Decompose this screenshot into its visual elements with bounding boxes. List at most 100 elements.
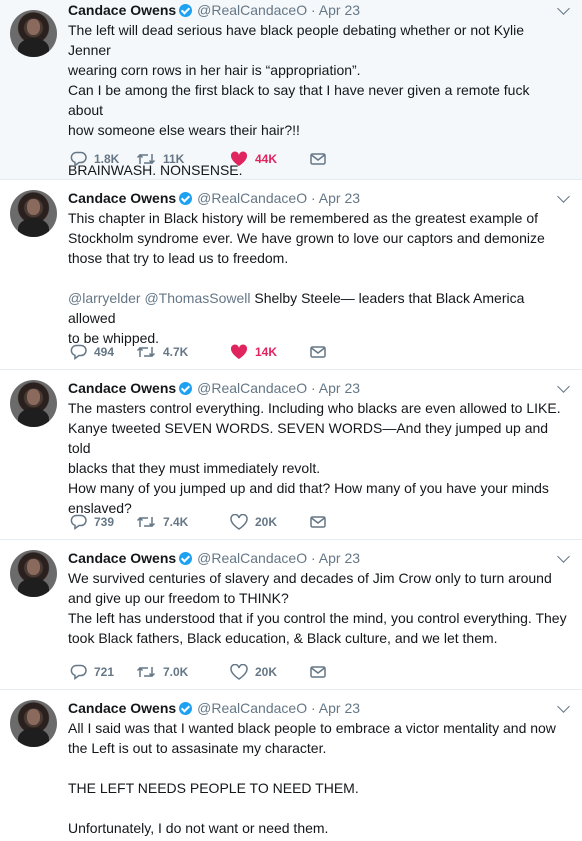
tweet-actions: 739 7.4K 20K xyxy=(70,512,360,532)
like-button[interactable]: 20K xyxy=(230,512,277,532)
tweet-line: the Left is out to assasinate my charact… xyxy=(68,740,327,756)
reply-button[interactable]: 1.8K xyxy=(70,149,119,169)
like-button[interactable]: 44K xyxy=(230,149,277,169)
tweet-line: The left has understood that if you cont… xyxy=(68,610,567,626)
like-icon xyxy=(230,664,248,680)
like-button[interactable]: 20K xyxy=(230,662,277,682)
retweet-button[interactable]: 7.4K xyxy=(136,512,188,532)
retweet-button[interactable]: 4.7K xyxy=(136,342,188,362)
message-icon xyxy=(310,153,326,165)
reply-count: 739 xyxy=(94,515,115,529)
message-button[interactable] xyxy=(310,512,326,532)
tweet-line: how someone else wears their hair?!! xyxy=(68,122,300,138)
tweet-line: took Black fathers, Black education, & B… xyxy=(68,630,498,646)
tweet-line: and give up our freedom to THINK? xyxy=(68,590,289,606)
caret-icon[interactable] xyxy=(557,2,570,15)
timestamp[interactable]: Apr 23 xyxy=(319,380,360,396)
tweet[interactable]: Candace Owens @RealCandaceO · Apr 23 All … xyxy=(0,690,582,841)
message-button[interactable] xyxy=(310,342,326,362)
retweet-count: 7.0K xyxy=(163,665,189,679)
tweet[interactable]: Candace Owens @RealCandaceO · Apr 23 This… xyxy=(0,180,582,370)
tweet-line: How many of you jumped up and did that? … xyxy=(68,480,549,496)
like-icon xyxy=(230,514,248,530)
reply-icon xyxy=(70,344,87,360)
caret-icon[interactable] xyxy=(557,190,570,203)
tweet-header: Candace Owens @RealCandaceO · Apr 23 xyxy=(68,548,360,568)
tweet-line xyxy=(68,268,568,288)
handle[interactable]: @RealCandaceO xyxy=(197,550,307,566)
avatar[interactable] xyxy=(10,190,57,237)
separator: · xyxy=(310,550,316,566)
tweet-header: Candace Owens @RealCandaceO · Apr 23 xyxy=(68,378,360,398)
retweet-count: 7.4K xyxy=(163,515,189,529)
display-name[interactable]: Candace Owens xyxy=(68,2,176,18)
tweet-line: The left will dead serious have black pe… xyxy=(68,22,525,58)
timestamp[interactable]: Apr 23 xyxy=(319,700,360,716)
display-name[interactable]: Candace Owens xyxy=(68,380,176,396)
caret-icon[interactable] xyxy=(557,550,570,563)
separator: · xyxy=(310,2,316,18)
timestamp[interactable]: Apr 23 xyxy=(319,190,360,206)
handle[interactable]: @RealCandaceO xyxy=(197,380,307,396)
tweet-header: Candace Owens @RealCandaceO · Apr 23 xyxy=(68,0,360,20)
display-name[interactable]: Candace Owens xyxy=(68,550,176,566)
handle[interactable]: @RealCandaceO xyxy=(197,2,307,18)
tweet-line: Can I be among the first black to say th… xyxy=(68,82,530,118)
display-name[interactable]: Candace Owens xyxy=(68,700,176,716)
mention-link[interactable]: @larryelder @ThomasSowell xyxy=(68,290,250,306)
verified-icon xyxy=(179,702,193,715)
like-icon xyxy=(230,344,248,359)
verified-icon xyxy=(179,192,193,205)
retweet-count: 4.7K xyxy=(163,345,189,359)
like-count: 14K xyxy=(255,345,278,359)
tweet[interactable]: Candace Owens @RealCandaceO · Apr 23 The … xyxy=(0,370,582,540)
tweet-text: This chapter in Black history will be re… xyxy=(68,208,568,348)
reply-count: 721 xyxy=(94,665,115,679)
timestamp[interactable]: Apr 23 xyxy=(319,550,360,566)
reply-button[interactable]: 721 xyxy=(70,662,114,682)
caret-icon[interactable] xyxy=(557,700,570,713)
reply-button[interactable]: 739 xyxy=(70,512,114,532)
like-button[interactable]: 14K xyxy=(230,342,277,362)
tweet-text: All I said was that I wanted black peopl… xyxy=(68,718,568,838)
handle[interactable]: @RealCandaceO xyxy=(197,190,307,206)
reply-icon xyxy=(70,151,87,167)
avatar[interactable] xyxy=(10,550,57,597)
retweet-icon xyxy=(136,516,156,528)
retweet-button[interactable]: 7.0K xyxy=(136,662,188,682)
timestamp[interactable]: Apr 23 xyxy=(319,2,360,18)
reply-button[interactable]: 494 xyxy=(70,342,114,362)
retweet-icon xyxy=(136,346,156,358)
tweet-line: those that try to lead us to freedom. xyxy=(68,250,289,266)
tweet[interactable]: Candace Owens @RealCandaceO · Apr 23 We s… xyxy=(0,540,582,690)
reply-count: 494 xyxy=(94,345,115,359)
handle[interactable]: @RealCandaceO xyxy=(197,700,307,716)
tweet-actions: 494 4.7K 14K xyxy=(70,342,360,362)
retweet-button[interactable]: 11K xyxy=(136,149,184,169)
verified-icon xyxy=(179,382,193,395)
tweet-header: Candace Owens @RealCandaceO · Apr 23 xyxy=(68,698,360,718)
retweet-icon xyxy=(136,666,156,678)
display-name[interactable]: Candace Owens xyxy=(68,190,176,206)
message-icon xyxy=(310,346,326,358)
like-count: 44K xyxy=(255,152,278,166)
tweet-line: Kanye tweeted SEVEN WORDS. SEVEN WORDS—A… xyxy=(68,420,549,456)
tweet-line: blacks that they must immediately revolt… xyxy=(68,460,321,476)
tweet-line xyxy=(68,798,568,818)
avatar[interactable] xyxy=(10,700,57,747)
avatar[interactable] xyxy=(10,380,57,427)
message-button[interactable] xyxy=(310,662,326,682)
verified-icon xyxy=(179,552,193,565)
tweet-actions: 1.8K 11K 44K xyxy=(70,149,360,169)
like-count: 20K xyxy=(255,515,278,529)
tweet-line: Stockholm syndrome ever. We have grown t… xyxy=(68,230,545,246)
reply-icon xyxy=(70,664,87,680)
tweet-line: We survived centuries of slavery and dec… xyxy=(68,570,552,586)
tweet[interactable]: Candace Owens @RealCandaceO · Apr 23 The … xyxy=(0,0,582,180)
tweet-line xyxy=(68,758,568,778)
caret-icon[interactable] xyxy=(557,380,570,393)
avatar[interactable] xyxy=(10,10,57,57)
tweet-line: The masters control everything. Includin… xyxy=(68,400,561,416)
message-button[interactable] xyxy=(310,149,326,169)
separator: · xyxy=(310,190,316,206)
